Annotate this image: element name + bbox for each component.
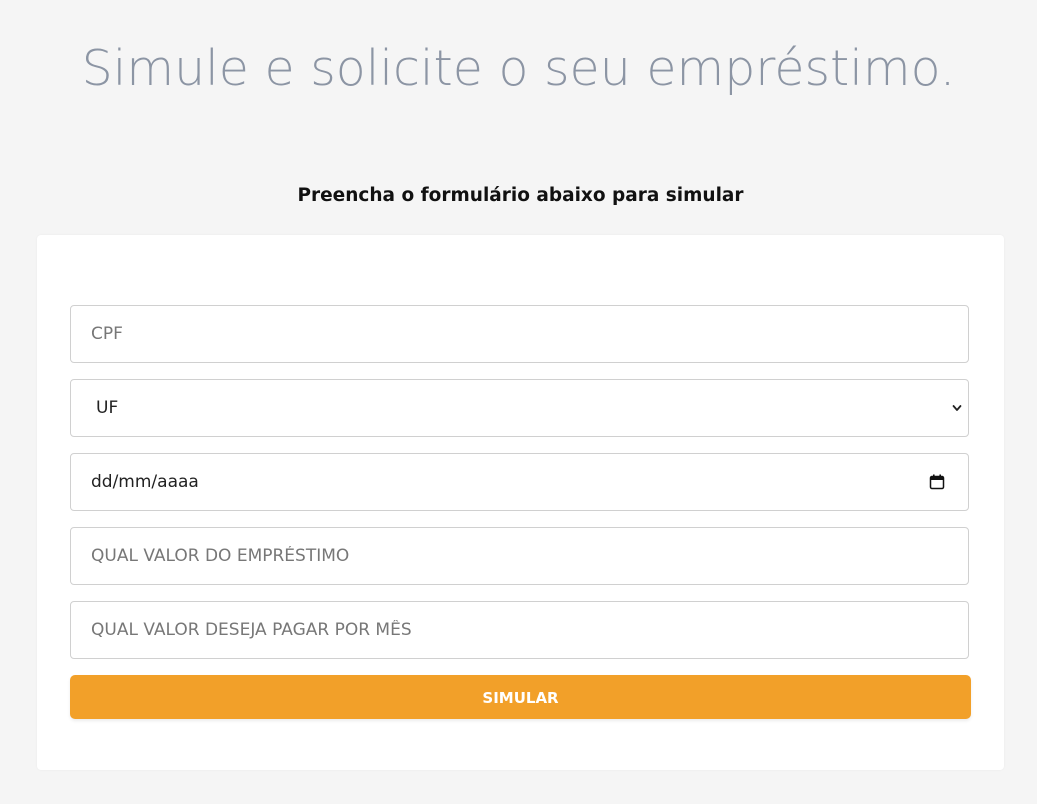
- simulation-form-card: UF dd/mm/aaaa SIMULAR: [37, 235, 1004, 770]
- cpf-field-wrapper: [70, 305, 969, 363]
- uf-select-value: UF: [96, 398, 119, 418]
- loan-amount-input[interactable]: [71, 528, 968, 584]
- simulate-button[interactable]: SIMULAR: [70, 675, 971, 719]
- chevron-down-icon: [952, 405, 962, 411]
- loan-amount-field-wrapper: [70, 527, 969, 585]
- birth-date-input[interactable]: dd/mm/aaaa: [70, 453, 969, 511]
- cpf-input[interactable]: [71, 306, 968, 362]
- uf-select[interactable]: UF: [70, 379, 969, 437]
- monthly-payment-field-wrapper: [70, 601, 969, 659]
- monthly-payment-input[interactable]: [71, 602, 968, 658]
- page: Simule e solicite o seu empréstimo. Pree…: [0, 0, 1037, 804]
- page-title: Simule e solicite o seu empréstimo.: [81, 40, 956, 97]
- birth-date-placeholder: dd/mm/aaaa: [91, 472, 199, 492]
- calendar-icon[interactable]: [929, 474, 945, 490]
- form-subtitle: Preencha o formulário abaixo para simula…: [297, 185, 744, 206]
